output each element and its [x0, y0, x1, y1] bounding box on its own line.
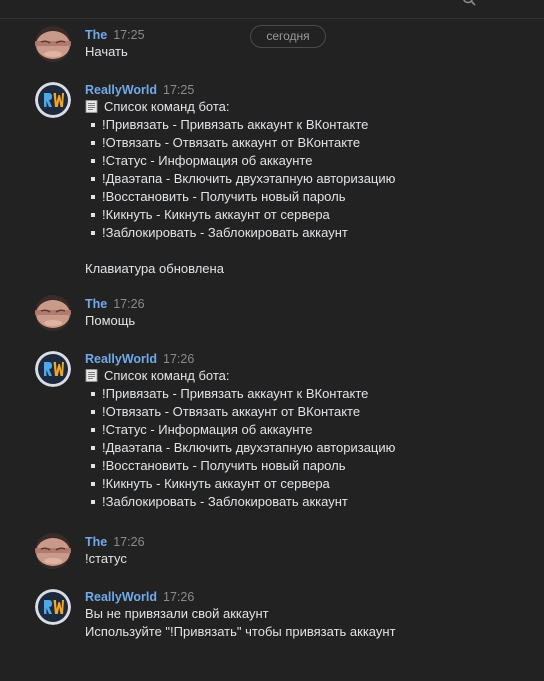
message-body: Вы не привязали свой аккаунт Используйте…: [85, 605, 396, 641]
bullet-icon: [91, 194, 95, 199]
bot-avatar[interactable]: [35, 351, 71, 387]
author-name[interactable]: The: [85, 297, 107, 311]
page-with-curl-icon: [85, 100, 98, 113]
author-name[interactable]: ReallyWorld: [85, 590, 157, 604]
message-time: 17:26: [113, 297, 145, 311]
list-item-text: !Кикнуть - Кикнуть аккаунт от сервера: [102, 207, 330, 222]
bullet-icon: [91, 230, 95, 235]
list-item: !Статус - Информация об аккаунте: [85, 421, 395, 439]
reallyworld-logo-avatar-icon: [35, 82, 71, 118]
bot-avatar[interactable]: [35, 82, 71, 118]
message-time: 17:26: [113, 535, 145, 549]
keyboard-updated-notice: Клавиатура обновлена: [85, 261, 224, 276]
author-name[interactable]: The: [85, 28, 107, 42]
message-line: Используйте "!Привязать" чтобы привязать…: [85, 624, 396, 639]
top-bar: [0, 0, 544, 19]
message-header: ReallyWorld 17:26: [85, 588, 194, 606]
message-body: Начать: [85, 43, 128, 61]
date-separator: сегодня: [250, 25, 326, 48]
message-header: The 17:26: [85, 533, 145, 551]
list-item-text: !Отвязать - Отвязать аккаунт от ВКонтакт…: [102, 404, 361, 419]
bullet-icon: [91, 463, 95, 468]
message-line: Начать: [85, 44, 128, 59]
list-item-text: !Статус - Информация об аккаунте: [102, 153, 313, 168]
list-item-text: !Привязать - Привязать аккаунт к ВКонтак…: [102, 386, 369, 401]
list-item-text: !Заблокировать - Заблокировать аккаунт: [102, 225, 348, 240]
list-item: !Статус - Информация об аккаунте: [85, 152, 395, 170]
message-time: 17:25: [113, 28, 145, 42]
bullet-icon: [91, 122, 95, 127]
command-list-title: Список команд бота:: [85, 367, 395, 385]
command-list-title-text: Список команд бота:: [104, 99, 230, 114]
message-header: ReallyWorld 17:26: [85, 350, 194, 368]
bullet-icon: [91, 212, 95, 217]
list-item: !Двaэтапа - Включить двухэтапную авториз…: [85, 170, 395, 188]
user-face-avatar-icon: [35, 533, 71, 569]
list-item-text: !Отвязать - Отвязать аккаунт от ВКонтакт…: [102, 135, 361, 150]
user-face-avatar-icon: [35, 295, 71, 331]
user-avatar[interactable]: [35, 533, 71, 569]
list-item-text: !Привязать - Привязать аккаунт к ВКонтак…: [102, 117, 369, 132]
list-item: !Отвязать - Отвязать аккаунт от ВКонтакт…: [85, 134, 395, 152]
message-body: !статус: [85, 550, 127, 568]
list-item: !Заблокировать - Заблокировать аккаунт: [85, 224, 395, 242]
bullet-icon: [91, 481, 95, 486]
bot-avatar[interactable]: [35, 589, 71, 625]
message-body: Список команд бота: !Привязать - Привяза…: [85, 98, 395, 278]
bullet-icon: [91, 427, 95, 432]
list-item: !Отвязать - Отвязать аккаунт от ВКонтакт…: [85, 403, 395, 421]
message-line: !статус: [85, 551, 127, 566]
message-body: Помощь: [85, 312, 135, 330]
list-item: !Двaэтапа - Включить двухэтапную авториз…: [85, 439, 395, 457]
message-header: ReallyWorld 17:25: [85, 81, 194, 99]
list-item-text: !Двaэтапа - Включить двухэтапную авториз…: [102, 171, 396, 186]
command-list-title-text: Список команд бота:: [104, 368, 230, 383]
list-item: !Восстановить - Получить новый пароль: [85, 457, 395, 475]
message-body: Список команд бота: !Привязать - Привяза…: [85, 367, 395, 511]
message-header: The 17:26: [85, 295, 145, 313]
author-name[interactable]: ReallyWorld: [85, 83, 157, 97]
author-name[interactable]: The: [85, 535, 107, 549]
list-item-text: !Статус - Информация об аккаунте: [102, 422, 313, 437]
reallyworld-logo-avatar-icon: [35, 351, 71, 387]
message-time: 17:26: [163, 590, 195, 604]
bullet-icon: [91, 158, 95, 163]
author-name[interactable]: ReallyWorld: [85, 352, 157, 366]
message-line: Помощь: [85, 313, 136, 328]
command-list-title: Список команд бота:: [85, 98, 395, 116]
bullet-icon: [91, 391, 95, 396]
user-avatar[interactable]: [35, 295, 71, 331]
user-face-avatar-icon: [35, 26, 71, 62]
list-item-text: !Восстановить - Получить новый пароль: [102, 458, 346, 473]
bullet-icon: [91, 409, 95, 414]
bullet-icon: [91, 176, 95, 181]
message-header: The 17:25: [85, 26, 145, 44]
bullet-icon: [91, 445, 95, 450]
list-item: !Привязать - Привязать аккаунт к ВКонтак…: [85, 116, 395, 134]
page-with-curl-icon: [85, 369, 98, 382]
search-icon[interactable]: [462, 0, 476, 6]
message-line: Вы не привязали свой аккаунт: [85, 606, 269, 621]
user-avatar[interactable]: [35, 26, 71, 62]
list-item: !Привязать - Привязать аккаунт к ВКонтак…: [85, 385, 395, 403]
list-item: !Заблокировать - Заблокировать аккаунт: [85, 493, 395, 511]
message-time: 17:26: [163, 352, 195, 366]
list-item: !Восстановить - Получить новый пароль: [85, 188, 395, 206]
list-item-text: !Заблокировать - Заблокировать аккаунт: [102, 494, 348, 509]
bullet-icon: [91, 140, 95, 145]
reallyworld-logo-avatar-icon: [35, 589, 71, 625]
message-time: 17:25: [163, 83, 195, 97]
list-item: !Кикнуть - Кикнуть аккаунт от сервера: [85, 206, 395, 224]
list-item-text: !Двaэтапа - Включить двухэтапную авториз…: [102, 440, 396, 455]
list-item: !Кикнуть - Кикнуть аккаунт от сервера: [85, 475, 395, 493]
bullet-icon: [91, 499, 95, 504]
list-item-text: !Восстановить - Получить новый пароль: [102, 189, 346, 204]
list-item-text: !Кикнуть - Кикнуть аккаунт от сервера: [102, 476, 330, 491]
